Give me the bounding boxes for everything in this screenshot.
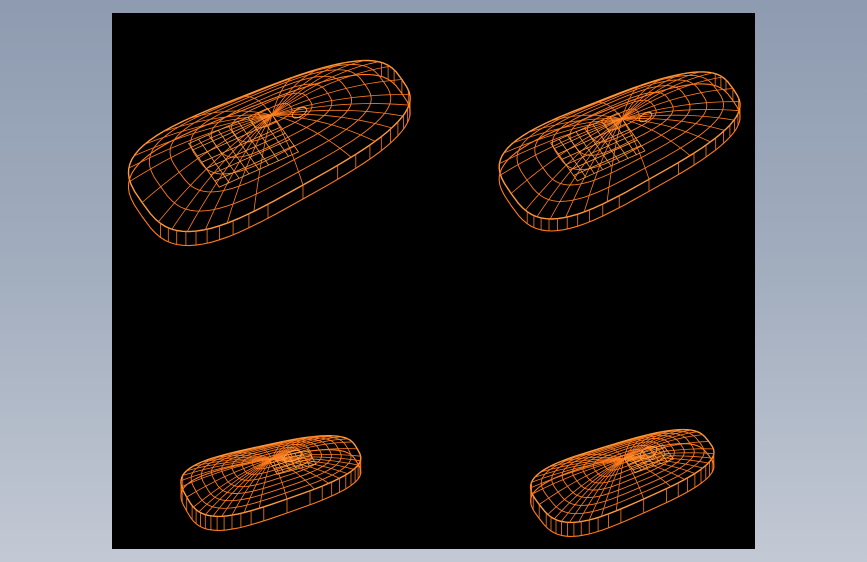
cad-app-window: { "viewport": { "background": "#000000",… [0, 0, 867, 562]
mesh-radial-line [510, 118, 623, 194]
mesh-base-outline [530, 443, 715, 537]
mesh-base-outline [127, 73, 411, 247]
mesh-radial-line [271, 61, 379, 116]
mouse-wireframe-bottom-left[interactable] [180, 435, 362, 531]
wireframe-canvas[interactable] [112, 13, 755, 549]
mesh-radial-line [141, 114, 273, 203]
graphics-viewport[interactable] [112, 13, 755, 549]
mesh-contour-line [190, 75, 353, 175]
mouse-wireframe-top-right[interactable] [498, 71, 741, 232]
mouse-wireframe-top-left[interactable] [127, 59, 411, 247]
mouse-wireframe-bottom-right[interactable] [529, 428, 715, 537]
